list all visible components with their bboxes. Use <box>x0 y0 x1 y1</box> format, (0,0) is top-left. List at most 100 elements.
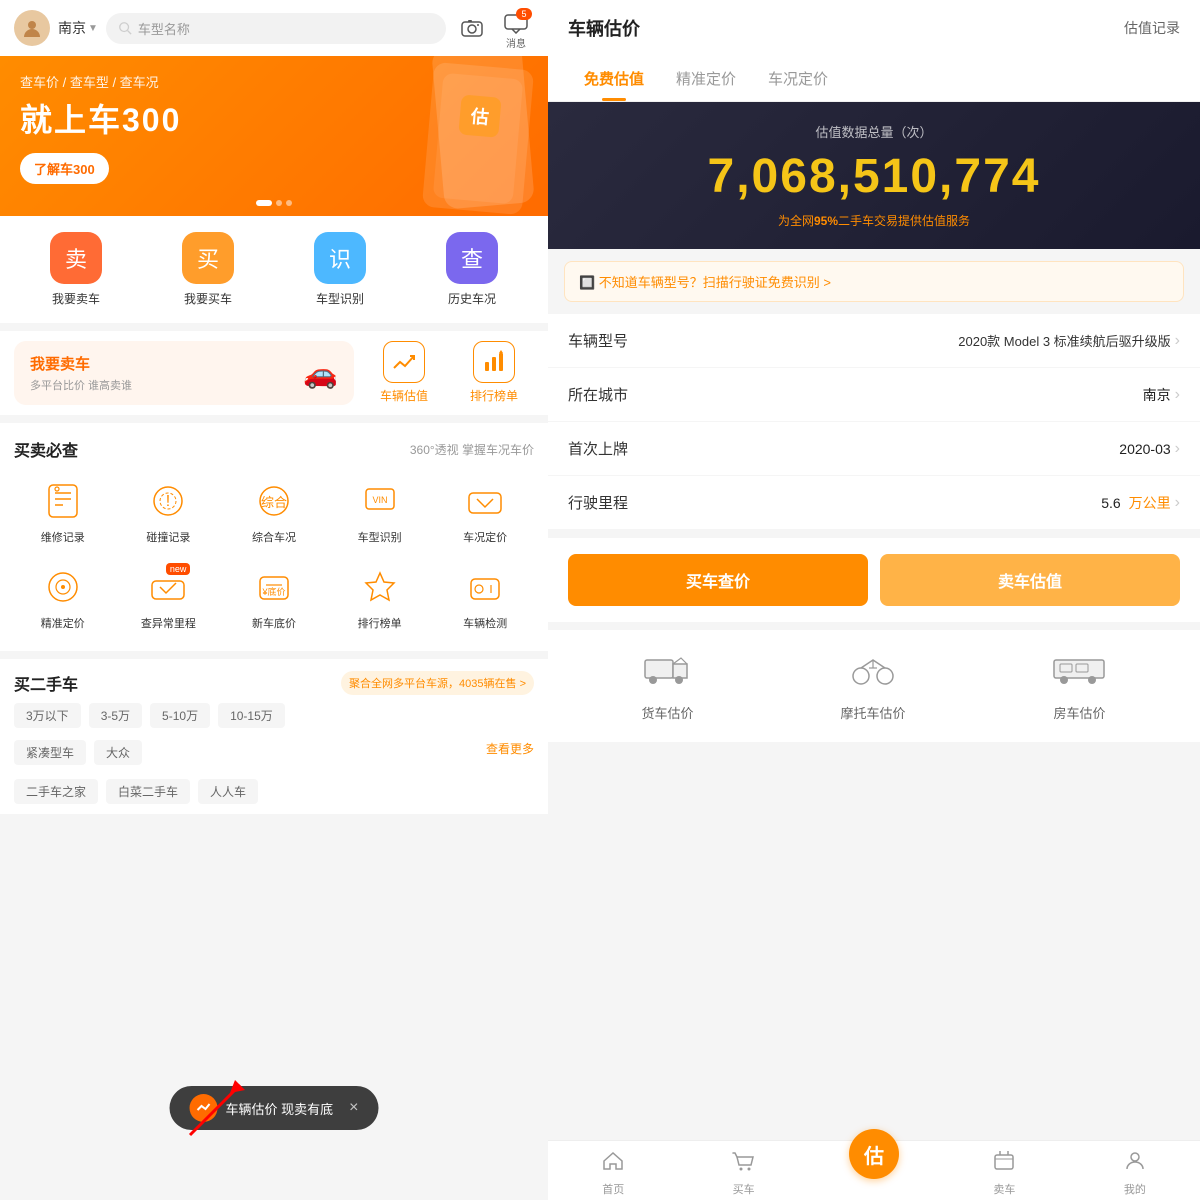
grid-ranking[interactable]: 排行榜单 <box>327 555 433 641</box>
history-icon: 查 <box>446 232 498 284</box>
tool-ranking-label: 排行榜单 <box>470 387 518 404</box>
estimate-icon-text: 估 <box>864 1140 884 1169</box>
grid-inspection[interactable]: 车辆检测 <box>432 555 538 641</box>
nav-estimate[interactable]: 估 <box>809 1149 939 1196</box>
nav-buy[interactable]: 买车 <box>678 1149 808 1196</box>
search-bar[interactable]: 车型名称 <box>106 13 446 44</box>
second-car-rows: 二手车之家 白菜二手车 人人车 <box>0 775 548 814</box>
grid-new-price-label: 新车底价 <box>252 615 296 631</box>
sell-valuation-button[interactable]: 卖车估值 <box>880 554 1180 606</box>
field-date-text: 2020-03 <box>1119 441 1170 457</box>
action-identify[interactable]: 识 车型识别 <box>300 232 380 307</box>
price-tags: 3万以下 3-5万 5-10万 10-15万 <box>0 703 548 736</box>
grid-model-id[interactable]: VIN 车型识别 <box>327 469 433 555</box>
nav-home[interactable]: 首页 <box>548 1149 678 1196</box>
right-title: 车辆估价 <box>568 15 640 41</box>
ranking-icon <box>473 341 515 383</box>
price-tag-1[interactable]: 3-5万 <box>89 703 142 728</box>
svg-text:综合: 综合 <box>261 495 287 510</box>
search-icon <box>118 21 132 35</box>
camera-button[interactable] <box>454 10 490 46</box>
grid-ranking-label: 排行榜单 <box>358 615 402 631</box>
nav-mine-label: 我的 <box>1124 1181 1146 1197</box>
scan-hint[interactable]: 🔲 不知道车辆型号？扫描行驶证免费识别 > <box>564 261 1184 302</box>
grid-collision[interactable]: ! 碰撞记录 <box>116 469 222 555</box>
home-icon <box>601 1149 625 1179</box>
grid-condition-price-label: 车况定价 <box>463 529 507 545</box>
ranking2-icon <box>358 565 402 609</box>
field-city[interactable]: 所在城市 南京 › <box>548 368 1200 422</box>
car-type-compact[interactable]: 紧凑型车 <box>14 740 86 765</box>
grid-condition-price[interactable]: 车况定价 <box>432 469 538 555</box>
vtype-rv-label: 房车估价 <box>1053 703 1105 722</box>
brand-ershouchezhijia[interactable]: 二手车之家 <box>14 779 98 804</box>
nav-buy-icon <box>732 1149 756 1179</box>
camera-icon <box>461 17 483 39</box>
grid-new-price[interactable]: ¥底价 新车底价 <box>221 555 327 641</box>
more-link[interactable]: 查看更多 <box>486 740 534 765</box>
field-city-text: 南京 <box>1143 385 1171 405</box>
buy-price-button[interactable]: 买车查价 <box>568 554 868 606</box>
brand-renrenche[interactable]: 人人车 <box>198 779 258 804</box>
condition-icon: 综合 <box>252 479 296 523</box>
price-tag-2[interactable]: 5-10万 <box>150 703 210 728</box>
toast-icon <box>190 1094 218 1122</box>
vtype-moto-label: 摩托车估价 <box>840 703 905 722</box>
grid-condition[interactable]: 综合 综合车况 <box>221 469 327 555</box>
left-panel: 南京 ▼ 车型名称 5 <box>0 0 548 1200</box>
nav-sell[interactable]: 卖车 <box>939 1149 1069 1196</box>
field-mileage-unit: 万公里 <box>1129 493 1171 513</box>
price-tag-3[interactable]: 10-15万 <box>218 703 285 728</box>
sell-card[interactable]: 我要卖车 多平台比价 谁高卖谁 🚗 <box>14 341 354 405</box>
action-history[interactable]: 查 历史车况 <box>432 232 512 307</box>
city-selector[interactable]: 南京 ▼ <box>58 18 98 38</box>
used-cars-header: 买二手车 聚合全网多平台车源，4035辆在售 > <box>0 659 548 703</box>
nav-sell-label: 卖车 <box>993 1181 1015 1197</box>
tool-valuation[interactable]: 车辆估值 <box>364 341 444 405</box>
vtype-truck[interactable]: 货车估价 <box>641 650 693 722</box>
field-model-label: 车辆型号 <box>568 330 628 351</box>
field-model[interactable]: 车辆型号 2020款 Model 3 标准续航后驱升级版 › <box>548 314 1200 368</box>
field-model-text: 2020款 Model 3 标准续航后驱升级版 <box>958 331 1170 350</box>
field-date[interactable]: 首次上牌 2020-03 › <box>548 422 1200 476</box>
used-cars-badge[interactable]: 聚合全网多平台车源，4035辆在售 > <box>341 671 534 695</box>
stats-number: 7,068,510,774 <box>568 149 1180 204</box>
price-tag-0[interactable]: 3万以下 <box>14 703 81 728</box>
field-mileage[interactable]: 行驶里程 5.6 万公里 › <box>548 476 1200 530</box>
brand-baixie[interactable]: 白菜二手车 <box>106 779 190 804</box>
brand-volkswagen[interactable]: 大众 <box>94 740 142 765</box>
form-section: 车辆型号 2020款 Model 3 标准续航后驱升级版 › 所在城市 南京 ›… <box>548 314 1200 530</box>
vtype-rv[interactable]: 房车估价 <box>1052 650 1106 722</box>
mid-section: 我要卖车 多平台比价 谁高卖谁 🚗 车辆估值 <box>0 331 548 415</box>
vtype-moto[interactable]: 摩托车估价 <box>840 650 905 722</box>
avatar[interactable] <box>14 10 50 46</box>
car-brands: 紧凑型车 大众 查看更多 <box>0 736 548 775</box>
grid-precise-price-label: 精准定价 <box>41 615 85 631</box>
history-button[interactable]: 估值记录 <box>1124 18 1180 38</box>
identify-icon: 识 <box>314 232 366 284</box>
grid-mileage[interactable]: new 查异常里程 <box>116 555 222 641</box>
truck-icon <box>643 650 691 695</box>
field-mileage-value: 5.6 万公里 › <box>1101 493 1180 513</box>
tab-free-valuation[interactable]: 免费估值 <box>568 56 660 101</box>
grid-precise-price[interactable]: 精准定价 <box>10 555 116 641</box>
stats-banner: 估值数据总量（次） 7,068,510,774 为全网95%二手车交易提供估值服… <box>548 102 1200 249</box>
tab-condition[interactable]: 车况定价 <box>752 56 844 101</box>
banner-button[interactable]: 了解车300 <box>20 153 109 184</box>
message-button[interactable]: 5 消息 <box>498 6 534 50</box>
model-id-icon: VIN <box>358 479 402 523</box>
grid-repair[interactable]: 维修记录 <box>10 469 116 555</box>
tool-ranking[interactable]: 排行榜单 <box>454 341 534 405</box>
grid-model-id-label: 车型识别 <box>358 529 402 545</box>
toast-close-button[interactable]: × <box>349 1099 358 1117</box>
field-model-value: 2020款 Model 3 标准续航后驱升级版 › <box>958 331 1180 350</box>
check-section-header: 买卖必查 360°透视 掌握车况车价 <box>0 423 548 469</box>
action-sell-label: 我要卖车 <box>52 290 100 307</box>
used-cars-title: 买二手车 <box>14 671 78 695</box>
nav-mine[interactable]: 我的 <box>1070 1149 1200 1196</box>
condition-price-icon <box>463 479 507 523</box>
action-sell[interactable]: 卖 我要卖车 <box>36 232 116 307</box>
rv-icon <box>1052 650 1106 695</box>
action-buy[interactable]: 买 我要买车 <box>168 232 248 307</box>
tab-precise[interactable]: 精准定价 <box>660 56 752 101</box>
